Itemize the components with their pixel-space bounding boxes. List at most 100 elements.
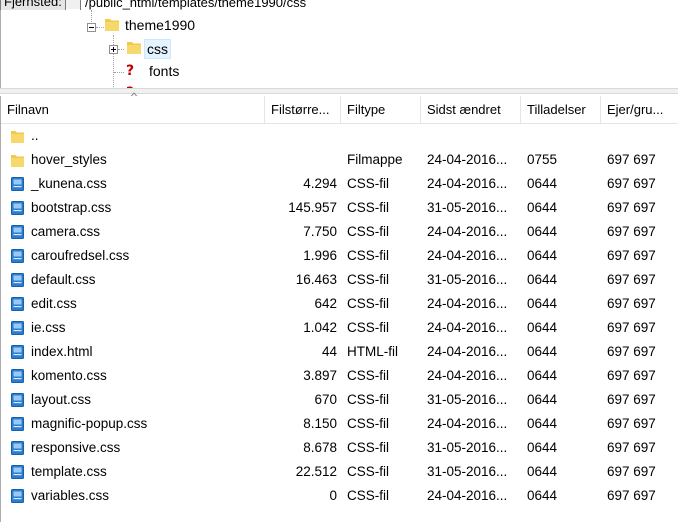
column-header-modified[interactable]: Sidst ændret xyxy=(421,96,521,124)
file-row[interactable]: camera.css 7.750 CSS-fil 24-04-2016... 0644 6… xyxy=(1,220,678,244)
file-modified: 24-04-2016... xyxy=(427,368,508,383)
column-header-owner[interactable]: Ejer/gru... xyxy=(601,96,678,124)
file-modified: 24-04-2016... xyxy=(427,416,508,431)
file-permissions: 0644 xyxy=(527,440,558,455)
css-file-icon xyxy=(11,297,24,311)
file-permissions: 0644 xyxy=(527,368,558,383)
file-owner: 697 697 xyxy=(607,488,656,503)
file-size: 8.150 xyxy=(303,416,337,431)
file-row[interactable]: caroufredsel.css 1.996 CSS-fil 24-04-2016..… xyxy=(1,244,678,268)
file-row[interactable]: komento.css 3.897 CSS-fil 24-04-2016... 0644… xyxy=(1,364,678,388)
file-modified: 31-05-2016... xyxy=(427,464,508,479)
file-row[interactable]: template.css 22.512 CSS-fil 31-05-2016... 06… xyxy=(1,460,678,484)
file-type: CSS-fil xyxy=(347,368,390,383)
html-file-icon xyxy=(11,345,24,359)
css-file-icon xyxy=(11,177,24,191)
file-name: ie.css xyxy=(31,320,66,335)
file-permissions: 0644 xyxy=(527,392,558,407)
file-name-cell: template.css xyxy=(1,460,265,484)
tree-item-theme1990[interactable]: theme1990 xyxy=(1,16,301,38)
file-modified: 24-04-2016... xyxy=(427,176,508,191)
file-type: CSS-fil xyxy=(347,416,390,431)
file-permissions: 0644 xyxy=(527,272,558,287)
file-size: 670 xyxy=(314,392,337,407)
file-modified: 31-05-2016... xyxy=(427,272,508,287)
file-name-cell: camera.css xyxy=(1,220,265,244)
file-type: CSS-fil xyxy=(347,200,390,215)
file-name: magnific-popup.css xyxy=(31,416,148,431)
tree-item-label: theme1990 xyxy=(125,17,196,33)
file-modified: 31-05-2016... xyxy=(427,440,508,455)
file-row[interactable]: responsive.css 8.678 CSS-fil 31-05-2016... 0… xyxy=(1,436,678,460)
file-type: CSS-fil xyxy=(347,488,390,503)
file-name-cell: edit.css xyxy=(1,292,265,316)
file-name-cell: default.css xyxy=(1,268,265,292)
file-row[interactable]: hover_styles Filmappe 24-04-2016... 0755 697… xyxy=(1,148,678,172)
file-size: 22.512 xyxy=(295,464,337,479)
file-name-cell: layout.css xyxy=(1,388,265,412)
file-row[interactable]: default.css 16.463 CSS-fil 31-05-2016... 064… xyxy=(1,268,678,292)
file-permissions: 0644 xyxy=(527,464,558,479)
file-list-header: Filnavn Filstørre... Filtype Sidst ændre… xyxy=(1,96,678,124)
unknown-folder-icon: ? xyxy=(126,63,135,79)
file-name: default.css xyxy=(31,272,96,287)
file-name-cell: komento.css xyxy=(1,364,265,388)
file-type: CSS-fil xyxy=(347,296,390,311)
file-owner: 697 697 xyxy=(607,368,656,383)
file-row[interactable]: layout.css 670 CSS-fil 31-05-2016... 0644 697… xyxy=(1,388,678,412)
file-row[interactable]: magnific-popup.css 8.150 CSS-fil 24-04-2016… xyxy=(1,412,678,436)
file-row[interactable]: index.html 44 HTML-fil 24-04-2016... 0644 697… xyxy=(1,340,678,364)
folder-icon xyxy=(105,19,119,31)
file-owner: 697 697 xyxy=(607,272,656,287)
tree-item-fonts[interactable]: ? fonts xyxy=(1,61,301,83)
file-name: index.html xyxy=(31,344,93,359)
file-size: 1.042 xyxy=(303,320,337,335)
tree-item-css[interactable]: css xyxy=(1,38,301,60)
file-row[interactable]: edit.css 642 CSS-fil 24-04-2016... 0644 697 6… xyxy=(1,292,678,316)
file-row[interactable]: bootstrap.css 145.957 CSS-fil 31-05-2016...… xyxy=(1,196,678,220)
file-name: hover_styles xyxy=(31,152,107,167)
css-file-icon xyxy=(11,369,24,383)
file-type: CSS-fil xyxy=(347,392,390,407)
file-name: template.css xyxy=(31,464,107,479)
tree-item-label: css xyxy=(144,39,171,59)
file-size: 145.957 xyxy=(288,200,337,215)
css-file-icon xyxy=(11,225,24,239)
column-header-size[interactable]: Filstørre... xyxy=(265,96,341,124)
file-type: CSS-fil xyxy=(347,320,390,335)
remote-file-list[interactable]: Filnavn Filstørre... Filtype Sidst ændre… xyxy=(0,96,678,522)
file-size: 642 xyxy=(314,296,337,311)
file-size: 8.678 xyxy=(303,440,337,455)
folder-icon xyxy=(11,130,24,143)
file-owner: 697 697 xyxy=(607,200,656,215)
file-name-cell: .. xyxy=(1,124,265,148)
file-name: responsive.css xyxy=(31,440,121,455)
tree-item-label: fonts xyxy=(149,63,180,79)
file-type: CSS-fil xyxy=(347,248,390,263)
css-file-icon xyxy=(11,273,24,287)
file-modified: 24-04-2016... xyxy=(427,320,508,335)
file-row[interactable]: .. xyxy=(1,124,678,148)
remote-directory-tree[interactable]: theme1990 css ? fonts ? html xyxy=(0,10,678,88)
column-header-type[interactable]: Filtype xyxy=(341,96,421,124)
collapse-icon[interactable] xyxy=(87,23,96,32)
file-owner: 697 697 xyxy=(607,320,656,335)
file-type: CSS-fil xyxy=(347,272,390,287)
column-header-name[interactable]: Filnavn xyxy=(1,96,265,124)
file-row[interactable]: ie.css 1.042 CSS-fil 24-04-2016... 0644 697 6… xyxy=(1,316,678,340)
file-size: 3.897 xyxy=(303,368,337,383)
file-modified: 24-04-2016... xyxy=(427,152,508,167)
css-file-icon xyxy=(11,489,24,503)
file-permissions: 0644 xyxy=(527,416,558,431)
file-owner: 697 697 xyxy=(607,152,656,167)
column-header-permissions[interactable]: Tilladelser xyxy=(521,96,601,124)
file-row[interactable]: _kunena.css 4.294 CSS-fil 24-04-2016... 0644… xyxy=(1,172,678,196)
file-name-cell: caroufredsel.css xyxy=(1,244,265,268)
file-permissions: 0755 xyxy=(527,152,558,167)
file-type: CSS-fil xyxy=(347,464,390,479)
file-row[interactable]: variables.css 0 CSS-fil 24-04-2016... 0644 69… xyxy=(1,484,678,508)
expand-icon[interactable] xyxy=(109,45,118,54)
file-owner: 697 697 xyxy=(607,248,656,263)
pane-splitter[interactable] xyxy=(0,88,678,94)
file-name: layout.css xyxy=(31,392,92,407)
